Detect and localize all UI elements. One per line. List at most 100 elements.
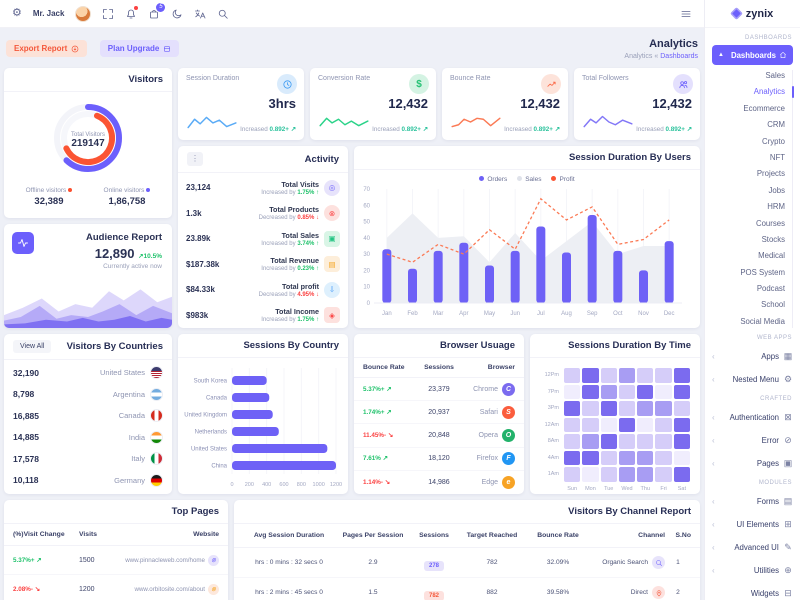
fullscreen-icon[interactable] bbox=[102, 8, 114, 20]
sidebar-item-forms[interactable]: ‹Forms▤ bbox=[712, 490, 793, 513]
heatmap-cell bbox=[564, 385, 580, 400]
lock-icon: ⊠ bbox=[783, 412, 793, 423]
svg-text:60: 60 bbox=[363, 203, 370, 209]
sidebar-subitem-pos[interactable]: POS System bbox=[712, 265, 785, 281]
heatmap-cell bbox=[674, 451, 690, 466]
browser-row: 11.45%-20,848OperaO bbox=[354, 424, 524, 447]
svg-text:Apr: Apr bbox=[459, 311, 468, 317]
sidebar-subitem-analytics[interactable]: Analytics bbox=[712, 84, 785, 100]
visitors-by-channel-card: Visitors By Channel Report Avg Session D… bbox=[234, 500, 700, 600]
sparkline bbox=[185, 111, 239, 133]
audience-subtitle: Currently active now bbox=[14, 263, 162, 270]
top-pages-row: 2.08%-1200www.orbitosite.com/about⊗ bbox=[4, 575, 228, 600]
dark-mode-icon[interactable] bbox=[171, 8, 183, 20]
sidebar-item-advanced-ui[interactable]: ‹Advanced UI✎ bbox=[712, 536, 793, 559]
heatmap-cell bbox=[655, 401, 671, 416]
svg-text:10: 10 bbox=[363, 285, 370, 291]
heatmap-col-label: Wed bbox=[619, 484, 635, 492]
italy-flag-icon bbox=[150, 452, 163, 465]
chevron-left-icon: ‹ bbox=[712, 520, 715, 529]
chevron-up-icon: ▲ bbox=[718, 52, 724, 58]
search-channel-icon bbox=[652, 556, 665, 569]
page-content: Export Report Plan Upgrade Analytics Ana… bbox=[0, 28, 704, 600]
sidebar-item-apps[interactable]: ‹Apps▦ bbox=[712, 345, 793, 368]
heatmap-cell bbox=[564, 401, 580, 416]
heatmap-row-label: 7Pm bbox=[540, 385, 562, 400]
audience-title: Audience Report bbox=[14, 232, 162, 243]
country-row: 8,798Argentina bbox=[13, 384, 163, 406]
sidebar-subitem-jobs[interactable]: Jobs bbox=[712, 183, 785, 199]
sidebar-subitem-hrm[interactable]: HRM bbox=[712, 199, 785, 215]
browser-row: 1.14%-14,986Edgee bbox=[354, 471, 524, 494]
sidebar-subitem-ecommerce[interactable]: Ecommerce bbox=[712, 101, 785, 117]
sidebar-subitem-socialmedia[interactable]: Social Media bbox=[712, 314, 785, 330]
sidebar-subitem-crm[interactable]: CRM bbox=[712, 117, 785, 133]
cart-icon[interactable]: 5 bbox=[148, 8, 160, 20]
sidebar-subitem-nft[interactable]: NFT bbox=[712, 150, 785, 166]
plan-upgrade-button[interactable]: Plan Upgrade bbox=[100, 40, 180, 57]
action-buttons: Export Report Plan Upgrade bbox=[6, 38, 179, 57]
heatmap-col-label: Tue bbox=[601, 484, 617, 492]
safari-icon: S bbox=[502, 406, 515, 419]
sidebar-item-authentication[interactable]: ‹Authentication⊠ bbox=[712, 406, 793, 429]
pulse-icon[interactable] bbox=[12, 232, 34, 254]
sidebar-item-error[interactable]: ‹Error⊘ bbox=[712, 429, 793, 452]
sidebar-subitem-sales[interactable]: Sales bbox=[712, 68, 785, 84]
notifications-icon[interactable] bbox=[125, 8, 137, 20]
heatmap-cell bbox=[637, 467, 653, 482]
gift-icon: ⊟ bbox=[783, 588, 793, 599]
browser-usage-title: Browser Usuage bbox=[354, 334, 524, 358]
chevron-left-icon: ‹ bbox=[712, 566, 715, 575]
heatmap-cell bbox=[619, 418, 635, 433]
sidebar-subitem-courses[interactable]: Courses bbox=[712, 216, 785, 232]
menu-toggle-icon[interactable] bbox=[680, 8, 692, 20]
translate-icon[interactable] bbox=[194, 8, 206, 20]
heatmap-row-label: 4Am bbox=[540, 451, 562, 466]
bulb-icon: ⊕ bbox=[783, 565, 793, 576]
argentina-flag-icon bbox=[150, 388, 163, 401]
sidebar-subitem-medical[interactable]: Medical bbox=[712, 248, 785, 264]
breadcrumb-current[interactable]: Dashboards bbox=[660, 53, 698, 60]
sidebar-item-nested-menu[interactable]: ‹Nested Menu⚙ bbox=[712, 368, 793, 391]
sidebar-item-utilities[interactable]: ‹Utilities⊕ bbox=[712, 559, 793, 582]
clock-icon bbox=[277, 74, 297, 94]
brand-logo[interactable]: zynix bbox=[705, 0, 800, 28]
heatmap-row-label: 3Pm bbox=[540, 401, 562, 416]
avatar[interactable] bbox=[75, 6, 91, 22]
heatmap-cell bbox=[655, 467, 671, 482]
sidebar-subitem-crypto[interactable]: Crypto bbox=[712, 134, 785, 150]
heatmap-cell bbox=[637, 385, 653, 400]
sessions-duration-by-time-card: Sessions Duration By Time 12Pm7Pm3Pm12Am… bbox=[530, 334, 700, 494]
page-icon: ▣ bbox=[783, 458, 793, 469]
sidebar-subitem-podcast[interactable]: Podcast bbox=[712, 281, 785, 297]
sidebar-subitem-school[interactable]: School bbox=[712, 297, 785, 313]
audience-value: 12,890 ↗10.5% bbox=[14, 246, 162, 261]
bounce-rate-card: Bounce Rate 12,432 Increased 0.892+ ↗ bbox=[442, 68, 568, 140]
sidebar-item-widgets[interactable]: Widgets⊟ bbox=[712, 582, 793, 600]
info-icon: ⊘ bbox=[783, 435, 793, 446]
country-row: 16,885Canada bbox=[13, 405, 163, 427]
users-icon bbox=[673, 74, 693, 94]
sidebar-item-ui-elements[interactable]: ‹UI Elements⊞ bbox=[712, 513, 793, 536]
browser-row: 5.37%+23,379ChromeC bbox=[354, 378, 524, 401]
notification-dot bbox=[134, 6, 138, 10]
heatmap-cell bbox=[582, 451, 598, 466]
export-report-button[interactable]: Export Report bbox=[6, 40, 87, 57]
sidebar-subitem-projects[interactable]: Projects bbox=[712, 166, 785, 182]
heatmap-cell bbox=[601, 368, 617, 383]
sidebar-item-pages[interactable]: ‹Pages▣ bbox=[712, 452, 793, 475]
sidebar-item-dashboards[interactable]: ▲ Dashboards bbox=[712, 45, 793, 65]
heatmap-cell bbox=[564, 467, 580, 482]
view-all-button[interactable]: View All bbox=[13, 340, 51, 353]
sparkline bbox=[449, 111, 503, 133]
heatmap-cell bbox=[655, 418, 671, 433]
svg-text:Dec: Dec bbox=[664, 311, 675, 317]
search-icon[interactable] bbox=[217, 8, 229, 20]
activity-menu-button[interactable]: ⋮ bbox=[187, 152, 203, 166]
settings-icon[interactable]: ⚙ bbox=[12, 8, 22, 19]
india-flag-icon bbox=[150, 431, 163, 444]
chevron-left-icon: ‹ bbox=[712, 352, 715, 361]
gear-icon: ⚙ bbox=[783, 374, 793, 385]
sidebar-subitem-stocks[interactable]: Stocks bbox=[712, 232, 785, 248]
chevron-left-icon: ‹ bbox=[712, 497, 715, 506]
